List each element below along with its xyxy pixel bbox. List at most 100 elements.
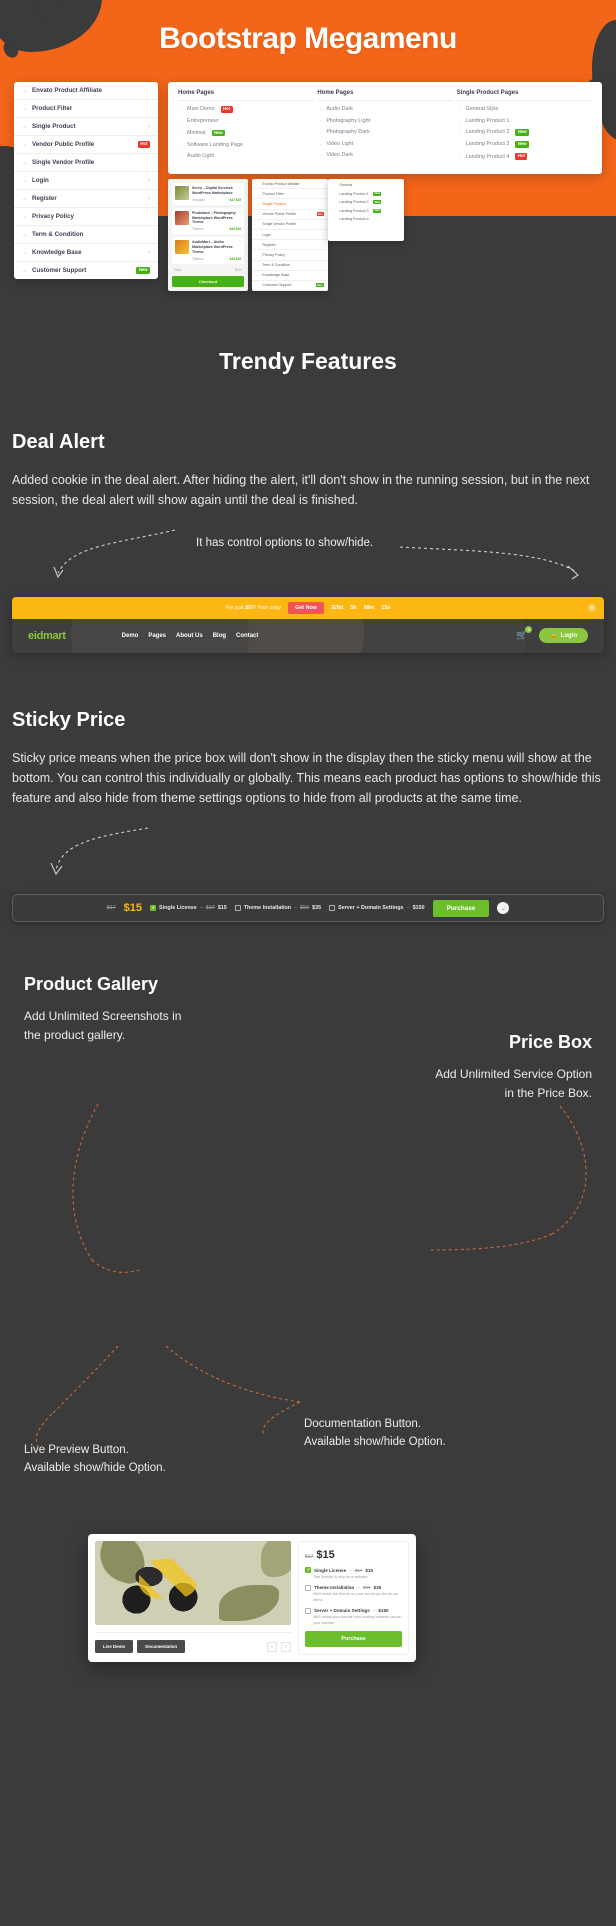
menu-item[interactable]: → Single Product ›: [14, 118, 158, 136]
checkbox-icon[interactable]: [305, 1607, 311, 1614]
close-icon[interactable]: ×: [239, 210, 241, 214]
chevron-left-icon[interactable]: ‹: [267, 1641, 277, 1652]
nav-link-pages[interactable]: Pages: [148, 633, 166, 639]
menu-item[interactable]: → Login ›: [14, 172, 158, 190]
column-heading: Single Product Pages: [456, 90, 592, 101]
menu-item[interactable]: → Landing Product 3 New: [333, 208, 399, 213]
menu-link[interactable]: → Main Demo Hot: [178, 106, 313, 113]
menu-item[interactable]: → Privacy Policy: [252, 250, 328, 261]
menu-item[interactable]: → Vendor Public Profile Hot: [252, 210, 328, 220]
menu-item[interactable]: → Vendor Public Profile Hot: [14, 136, 158, 154]
pricebox-option-theme-installation[interactable]: Theme Installation – $50 $35 We'll insta…: [305, 1584, 402, 1603]
get-now-button[interactable]: Get Now: [288, 601, 324, 614]
checkout-button[interactable]: Checkout: [172, 275, 244, 287]
arrow-right-icon: →: [333, 183, 337, 187]
product-name: AudioMart – Audio Marketplace WordPress …: [192, 240, 233, 254]
menu-item-label: Customer Support: [32, 267, 87, 274]
menu-item[interactable]: → Knowledge Base ›: [14, 244, 158, 262]
sticky-new-price: $15: [123, 902, 143, 915]
arrow-right-icon: →: [456, 141, 462, 148]
menu-item[interactable]: → Privacy Policy: [14, 208, 158, 226]
menu-item[interactable]: → Single Vendor Profile: [252, 220, 328, 230]
close-icon[interactable]: ×: [588, 603, 596, 612]
menu-item[interactable]: → Product Filter: [252, 189, 328, 200]
nav-link-blog[interactable]: Blog: [213, 633, 226, 639]
product-name: Photoland – Photography Marketplace Word…: [192, 210, 236, 225]
menu-link[interactable]: → Photography Light: [317, 118, 452, 124]
chevron-right-icon[interactable]: ›: [281, 1641, 291, 1652]
menu-link[interactable]: → Photography Dark: [317, 129, 452, 135]
deal-alert-preview: For just $57! Your copy Get Now 326d 5h …: [12, 596, 604, 653]
option-price: $15: [365, 1567, 374, 1573]
product-category: Themes: [192, 227, 204, 232]
menu-link-label: Photography Dark: [326, 129, 370, 135]
menu-item[interactable]: → Landing Product 2 New: [333, 200, 399, 204]
product-thumbnail: [175, 186, 189, 200]
purchase-button[interactable]: Purchase: [432, 899, 490, 917]
checkbox-icon[interactable]: [150, 905, 157, 911]
site-logo[interactable]: eidmart: [28, 630, 66, 642]
menu-item[interactable]: → Customer Support New: [252, 281, 328, 292]
product-thumbnail: [175, 240, 189, 255]
checkbox-icon[interactable]: [305, 1584, 311, 1591]
sticky-option-server-domain[interactable]: Server + Domain Settings – $150: [329, 905, 425, 912]
menu-link[interactable]: → General Style: [457, 106, 592, 112]
menu-link[interactable]: → Audio Dark: [317, 106, 452, 112]
menu-item[interactable]: → Envato Product Affiliate: [14, 82, 158, 100]
menu-link[interactable]: → Software Landing Page: [178, 142, 313, 148]
arrow-right-icon: →: [178, 118, 183, 125]
sticky-option-theme-installation[interactable]: Theme Installation – $50 $35: [234, 905, 321, 912]
purchase-button[interactable]: Purchase: [305, 1631, 402, 1648]
menu-item[interactable]: → Term & Condition: [252, 261, 328, 271]
nav-link-contact[interactable]: Contact: [236, 633, 258, 639]
menu-item[interactable]: → Single Vendor Profile: [14, 154, 158, 172]
menu-link[interactable]: → Landing Product 1: [457, 118, 592, 124]
arrow-right-icon: →: [256, 263, 260, 268]
nav-link-about[interactable]: About Us: [176, 633, 203, 639]
countdown-minutes: 58m: [363, 604, 375, 611]
menu-link[interactable]: → Landing Product 3 New: [457, 141, 592, 148]
close-icon[interactable]: ×: [239, 185, 241, 189]
menu-link[interactable]: → Audio Light: [178, 153, 313, 159]
menu-item[interactable]: → Envato Product Affiliate: [252, 179, 328, 190]
menu-item[interactable]: → Login ›: [252, 230, 328, 241]
pricebox-option-server-domain[interactable]: Server + Domain Settings – $150 We'll re…: [305, 1607, 402, 1626]
menu-link[interactable]: → Landing Product 4 Hot: [457, 153, 592, 160]
countdown-seconds: 15s: [381, 604, 391, 611]
menu-item[interactable]: → Landing Product 1 New: [333, 191, 399, 196]
menu-item[interactable]: → General: [333, 183, 399, 187]
menu-link[interactable]: → Video Light: [317, 141, 452, 147]
arrow-right-icon: →: [178, 141, 183, 148]
menu-link[interactable]: → Landing Product 2 New: [457, 129, 592, 136]
documentation-button[interactable]: Documentation: [137, 1640, 186, 1653]
product-gallery-image[interactable]: [95, 1541, 291, 1625]
chevron-down-icon[interactable]: ⌄: [497, 902, 510, 915]
pricebox-option-single-license[interactable]: Single License – $17 $15 This license is…: [305, 1567, 402, 1580]
menu-item[interactable]: → Register ›: [252, 240, 328, 251]
status-badge: Hot: [316, 212, 324, 217]
checkbox-icon[interactable]: [329, 905, 336, 912]
cart-icon[interactable]: 🛒 0: [516, 626, 533, 641]
menu-link[interactable]: → Minimal New: [178, 129, 313, 137]
menu-item[interactable]: → Knowledge Base: [252, 271, 328, 281]
menu-item[interactable]: → Term & Condition: [14, 226, 158, 244]
menu-item[interactable]: → Register ›: [14, 190, 158, 208]
option-price: $150: [412, 905, 425, 912]
logo-text: idmart: [33, 629, 66, 642]
menu-item[interactable]: → Landing Product 4: [333, 217, 399, 221]
menu-link[interactable]: → Video Dark: [317, 152, 452, 158]
product-name: Servo – Digital Services WordPress Marke…: [192, 186, 233, 195]
menu-link[interactable]: → Entrepreneur: [178, 118, 313, 124]
nav-link-demo[interactable]: Demo: [122, 633, 139, 639]
menu-item[interactable]: → Product Filter: [14, 100, 158, 118]
sticky-option-single-license[interactable]: Single License – $17 $15: [150, 905, 227, 911]
close-icon[interactable]: ×: [239, 239, 241, 243]
checkbox-icon[interactable]: [305, 1567, 311, 1573]
live-demo-button[interactable]: Live Demo: [95, 1640, 134, 1653]
menu-item-label: Product Filter: [32, 105, 73, 112]
login-button[interactable]: 🔒 Login: [539, 628, 588, 643]
menu-item[interactable]: → Single Product: [252, 199, 328, 210]
checkbox-icon[interactable]: [234, 905, 241, 912]
menu-item-label: Landing Product 3: [339, 208, 369, 213]
menu-item[interactable]: → Customer Support New: [14, 262, 158, 279]
